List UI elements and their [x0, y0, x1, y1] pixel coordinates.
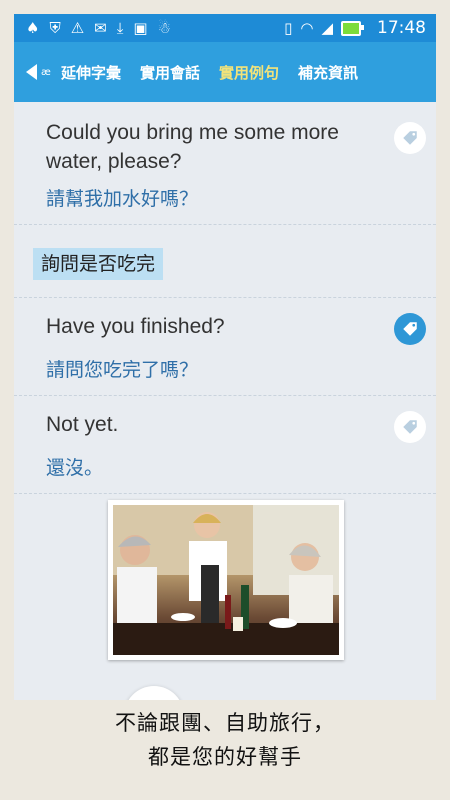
- section-header: 詢問是否吃完: [33, 248, 164, 280]
- warning-icon: ⚠: [70, 18, 85, 37]
- promo-line-2: 都是您的好幫手: [148, 745, 302, 769]
- bag-icon: ▣: [133, 18, 148, 37]
- phrase-english: Have you finished?: [46, 315, 225, 338]
- photo-image: [113, 505, 339, 655]
- tab-supplementary-info[interactable]: 補充資訊: [298, 62, 358, 83]
- bookmark-tag-button[interactable]: [394, 411, 426, 443]
- tag-icon: [403, 131, 417, 145]
- phrase-english: Could you bring me some more water, plea…: [46, 121, 339, 173]
- tab-example-sentences[interactable]: 實用例句: [219, 62, 279, 83]
- tag-icon: [403, 322, 417, 336]
- bookmark-tag-button[interactable]: [394, 122, 426, 154]
- phrase-list: Could you bring me some more water, plea…: [14, 102, 436, 700]
- restaurant-photo: [108, 500, 344, 660]
- phrase-english: Not yet.: [46, 413, 119, 436]
- status-time: 17:48: [377, 18, 426, 38]
- promo-line-1: 不論跟團、自助旅行，: [115, 711, 335, 735]
- phrase-item[interactable]: Not yet. 還沒。: [14, 395, 436, 494]
- app-bar: æ 延伸字彙 實用會話 實用例句 補充資訊: [14, 42, 436, 102]
- phrase-chinese: 請幫我加水好嗎？: [46, 188, 199, 210]
- keyhole-icon: ♠: [26, 18, 40, 37]
- tag-icon: [403, 420, 417, 434]
- back-arrow-icon[interactable]: [26, 64, 37, 80]
- download-icon: ⤓: [116, 18, 124, 37]
- battery-charging-icon: [341, 20, 364, 36]
- phrase-chinese: 還沒。: [46, 457, 104, 479]
- phrase-item[interactable]: Have you finished? 請問您吃完了嗎？: [14, 297, 436, 396]
- tab-vocabulary[interactable]: 延伸字彙: [61, 62, 121, 83]
- tab-bar: 延伸字彙 實用會話 實用例句 補充資訊: [61, 62, 358, 83]
- bookmark-tag-button[interactable]: [394, 313, 426, 345]
- promo-caption: 不論跟團、自助旅行， 都是您的好幫手: [0, 706, 450, 774]
- wifi-icon: ◠: [300, 18, 314, 37]
- android-icon: ☃: [157, 18, 172, 37]
- signal-icon: ◢: [321, 18, 333, 37]
- tab-conversation[interactable]: 實用會話: [140, 62, 200, 83]
- phrase-chinese: 請問您吃完了嗎？: [46, 359, 199, 381]
- shield-icon: ⛨: [49, 18, 61, 37]
- status-bar: ♠ ⛨ ⚠ ✉ ⤓ ▣ ☃ ▯ ◠ ◢ 17:48: [14, 14, 436, 42]
- vibrate-icon: ▯: [284, 18, 293, 37]
- play-audio-button[interactable]: [124, 686, 184, 700]
- back-mark: æ: [41, 66, 51, 78]
- chat-icon: ✉: [94, 18, 107, 37]
- phrase-item[interactable]: Could you bring me some more water, plea…: [14, 102, 436, 225]
